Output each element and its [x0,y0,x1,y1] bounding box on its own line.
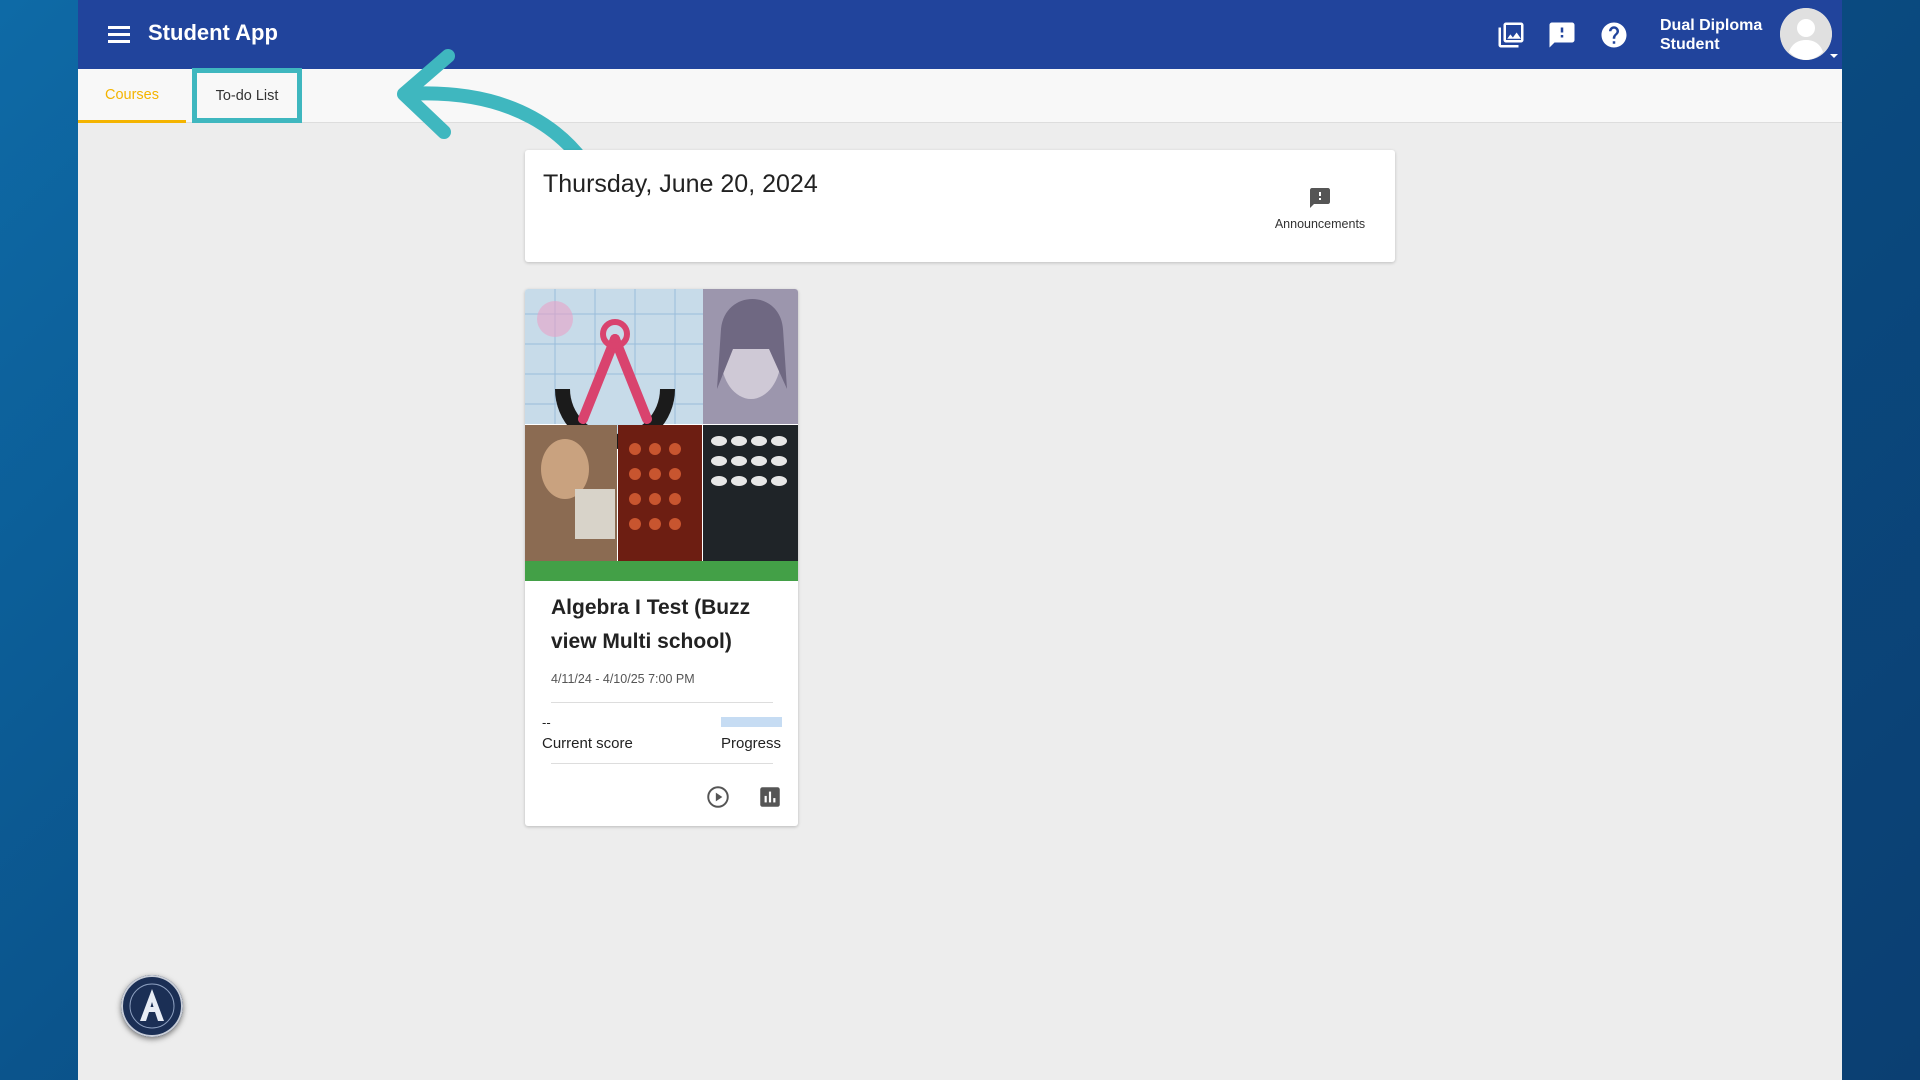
tab-courses[interactable]: Courses [78,69,186,123]
course-color-bar [525,561,798,581]
person-icon [1780,8,1832,60]
bar-chart-icon[interactable] [757,784,783,810]
course-image[interactable] [525,289,798,561]
chevron-down-icon[interactable] [1830,54,1838,58]
feedback-icon[interactable] [1547,20,1577,50]
progress-label: Progress [721,735,782,752]
course-card: Algebra I Test (Buzz view Multi school) … [525,289,798,826]
student-app-window: Student App Dual Diploma Student Courses… [78,0,1842,1080]
menu-icon[interactable] [108,22,136,48]
top-app-bar: Student App Dual Diploma Student [78,0,1842,69]
divider [551,763,773,764]
user-name-line2: Student [1660,36,1720,53]
user-name-line1: Dual Diploma [1660,17,1763,34]
help-icon[interactable] [1599,20,1629,50]
tab-bar: Courses To-do List [78,69,1842,123]
course-title[interactable]: Algebra I Test (Buzz view Multi school) [551,591,781,659]
tab-todo-list[interactable]: To-do List [192,69,302,123]
divider [551,702,773,703]
school-logo-icon [121,975,183,1037]
avatar[interactable] [1780,8,1832,60]
current-score-value: -- [542,715,551,730]
app-title: Student App [148,20,278,45]
user-name[interactable]: Dual Diploma Student [1660,16,1762,54]
date-card: Thursday, June 20, 2024 Announcements [525,150,1395,262]
current-score-label: Current score [542,735,633,752]
announcements-label: Announcements [1274,217,1366,231]
progress-bar [721,717,782,727]
announcement-icon [1310,188,1330,208]
course-dates: 4/11/24 - 4/10/25 7:00 PM [551,672,695,686]
announcements-button[interactable]: Announcements [1265,186,1375,231]
current-date: Thursday, June 20, 2024 [543,170,818,198]
play-circle-icon[interactable] [705,784,731,810]
gallery-icon[interactable] [1496,20,1526,50]
